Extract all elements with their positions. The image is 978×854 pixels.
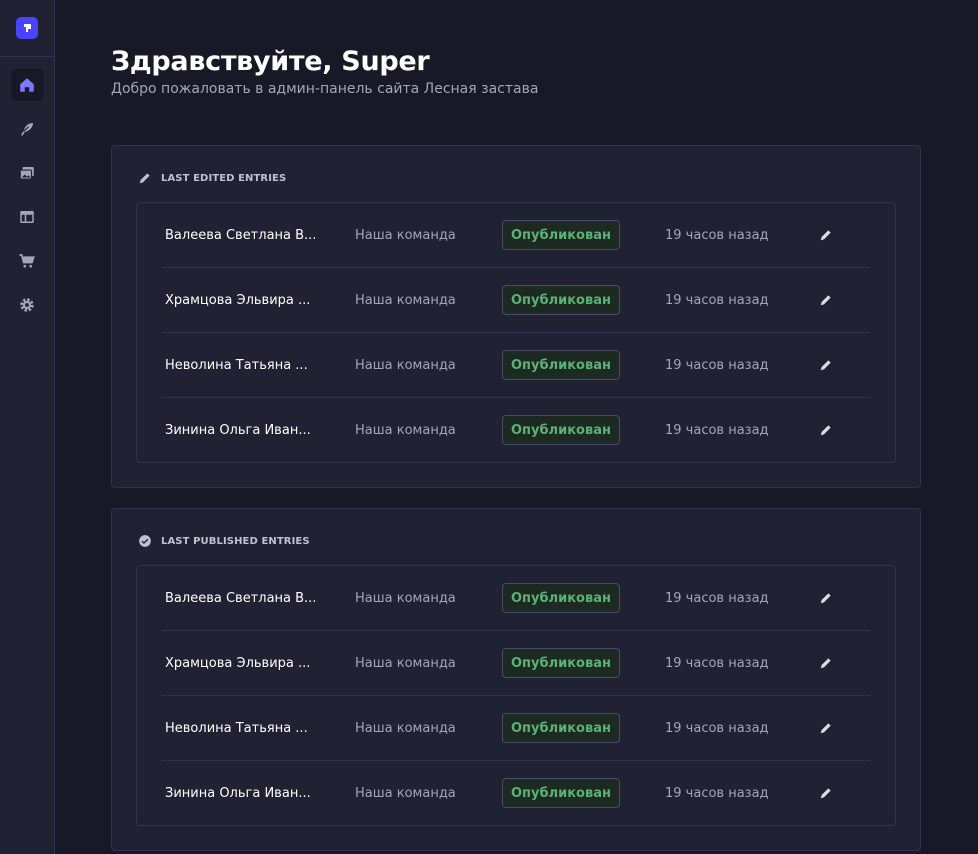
status-badge: Опубликован xyxy=(502,583,620,613)
pencil-icon xyxy=(820,425,831,436)
entry-type: Наша команда xyxy=(355,357,456,373)
panel-title: LAST PUBLISHED ENTRIES xyxy=(161,535,310,547)
edit-button[interactable] xyxy=(819,398,833,462)
nav-content-type-builder[interactable] xyxy=(11,201,43,233)
entry-time: 19 часов назад xyxy=(665,785,769,801)
main-content: Здравствуйте, Super Добро пожаловать в а… xyxy=(56,0,978,854)
edit-button[interactable] xyxy=(819,566,833,630)
table-row[interactable]: Храмцова Эльвира ... Наша команда Опубли… xyxy=(161,268,871,333)
entry-time: 19 часов назад xyxy=(665,720,769,736)
home-icon xyxy=(20,78,34,92)
nav-settings[interactable] xyxy=(11,289,43,321)
table-row[interactable]: Неволина Татьяна ... Наша команда Опубли… xyxy=(161,696,871,761)
table-row[interactable]: Неволина Татьяна ... Наша команда Опубли… xyxy=(161,333,871,398)
entries-list: Валеева Светлана В... Наша команда Опубл… xyxy=(136,565,896,826)
pencil-icon xyxy=(820,295,831,306)
table-row[interactable]: Храмцова Эльвира ... Наша команда Опубли… xyxy=(161,631,871,696)
logo-icon[interactable] xyxy=(16,17,38,39)
entry-name: Храмцова Эльвира ... xyxy=(165,655,311,671)
check-circle-icon xyxy=(139,535,151,547)
entry-name: Неволина Татьяна ... xyxy=(165,720,308,736)
entry-name: Зинина Ольга Иван... xyxy=(165,422,311,438)
entry-time: 19 часов назад xyxy=(665,292,769,308)
pencil-icon xyxy=(820,230,831,241)
table-row[interactable]: Зинина Ольга Иван... Наша команда Опубли… xyxy=(161,761,871,826)
entry-name: Зинина Ольга Иван... xyxy=(165,785,311,801)
status-badge: Опубликован xyxy=(502,350,620,380)
table-row[interactable]: Зинина Ольга Иван... Наша команда Опубли… xyxy=(161,398,871,463)
pencil-icon xyxy=(820,788,831,799)
entry-type: Наша команда xyxy=(355,590,456,606)
status-badge: Опубликован xyxy=(502,648,620,678)
entry-time: 19 часов назад xyxy=(665,227,769,243)
entry-type: Наша команда xyxy=(355,785,456,801)
entry-name: Валеева Светлана В... xyxy=(165,227,315,243)
pencil-icon xyxy=(139,173,150,184)
table-row[interactable]: Валеева Светлана В... Наша команда Опубл… xyxy=(161,566,871,631)
entry-name: Храмцова Эльвира ... xyxy=(165,292,311,308)
panel-header: LAST PUBLISHED ENTRIES xyxy=(138,534,310,548)
panel-title: LAST EDITED ENTRIES xyxy=(161,172,287,184)
main-nav xyxy=(0,57,54,333)
entry-type: Наша команда xyxy=(355,227,456,243)
table-row[interactable]: Валеева Светлана В... Наша команда Опубл… xyxy=(161,203,871,268)
status-badge: Опубликован xyxy=(502,415,620,445)
edit-button[interactable] xyxy=(819,203,833,267)
edit-button[interactable] xyxy=(819,761,833,825)
nav-media-library[interactable] xyxy=(11,157,43,189)
entry-type: Наша команда xyxy=(355,422,456,438)
brand xyxy=(0,0,54,57)
nav-marketplace[interactable] xyxy=(11,245,43,277)
entries-list: Валеева Светлана В... Наша команда Опубл… xyxy=(136,202,896,463)
pencil-icon xyxy=(820,593,831,604)
gear-icon xyxy=(20,298,34,312)
edit-button[interactable] xyxy=(819,333,833,397)
pencil-icon xyxy=(820,360,831,371)
pencil-icon xyxy=(820,723,831,734)
sidebar xyxy=(0,0,55,854)
entry-name: Неволина Татьяна ... xyxy=(165,357,308,373)
entry-time: 19 часов назад xyxy=(665,655,769,671)
edit-button[interactable] xyxy=(819,268,833,332)
nav-content-manager[interactable] xyxy=(11,113,43,145)
entry-type: Наша команда xyxy=(355,655,456,671)
media-library-icon xyxy=(19,167,34,180)
page-header: Здравствуйте, Super Добро пожаловать в а… xyxy=(111,46,538,97)
nav-home[interactable] xyxy=(11,69,43,101)
status-badge: Опубликован xyxy=(502,220,620,250)
entry-name: Валеева Светлана В... xyxy=(165,590,315,606)
last-edited-panel: LAST EDITED ENTRIES Валеева Светлана В..… xyxy=(111,145,921,488)
panel-header: LAST EDITED ENTRIES xyxy=(138,171,286,185)
entry-time: 19 часов назад xyxy=(665,422,769,438)
last-published-panel: LAST PUBLISHED ENTRIES Валеева Светлана … xyxy=(111,508,921,851)
pencil-icon xyxy=(820,658,831,669)
page-subtitle: Добро пожаловать в админ-панель сайта Ле… xyxy=(111,81,539,97)
feather-icon xyxy=(21,123,33,136)
status-badge: Опубликован xyxy=(502,713,620,743)
cart-icon xyxy=(19,254,35,268)
status-badge: Опубликован xyxy=(502,285,620,315)
status-badge: Опубликован xyxy=(502,778,620,808)
edit-button[interactable] xyxy=(819,696,833,760)
page-title: Здравствуйте, Super xyxy=(111,46,430,77)
layout-icon xyxy=(20,211,34,223)
entry-type: Наша команда xyxy=(355,292,456,308)
edit-button[interactable] xyxy=(819,631,833,695)
entry-type: Наша команда xyxy=(355,720,456,736)
entry-time: 19 часов назад xyxy=(665,357,769,373)
entry-time: 19 часов назад xyxy=(665,590,769,606)
